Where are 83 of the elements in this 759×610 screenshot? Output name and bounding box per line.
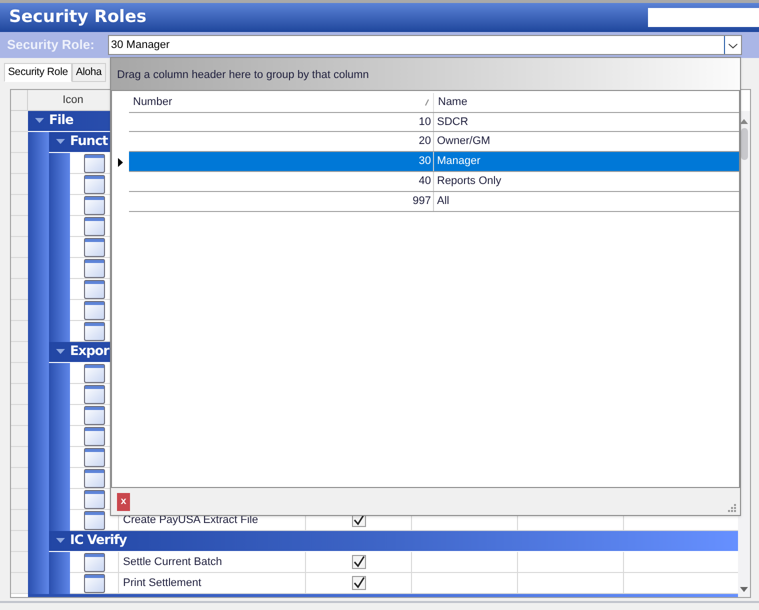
field-label: Security Role:: [7, 36, 96, 54]
group-title: IC Verify: [70, 532, 127, 550]
row-indicator-cell[interactable]: [11, 342, 28, 363]
window-icon: [84, 258, 104, 278]
window-icon: [84, 406, 104, 424]
row-indicator-cell[interactable]: [11, 468, 28, 489]
window-icon: [84, 468, 104, 488]
number-cell: 10: [129, 113, 434, 131]
window-icon: [84, 364, 104, 382]
row-indicator-cell[interactable]: [11, 174, 28, 195]
name-cell-text: Manager: [436, 154, 482, 170]
list-row[interactable]: 30 Manager: [129, 152, 739, 172]
role-combobox[interactable]: 30 Manager: [108, 35, 742, 55]
window-icon: [84, 300, 104, 320]
number-cell: 30: [129, 152, 434, 171]
window-icon: [84, 552, 104, 572]
row-indicator-cell[interactable]: [11, 510, 28, 531]
group-title: File: [49, 112, 74, 130]
list-row[interactable]: 40 Reports Only: [129, 172, 739, 192]
window-icon: [84, 448, 104, 466]
row-indicator-cell[interactable]: [11, 195, 28, 216]
group-header[interactable]: IC Verify: [49, 531, 738, 552]
tab[interactable]: Aloha: [72, 63, 106, 82]
name-cell-text: Reports Only: [436, 174, 502, 190]
window-title: Security Roles: [9, 6, 147, 29]
row-indicator-cell[interactable]: [11, 552, 28, 573]
collapse-caret-icon[interactable]: [56, 349, 65, 355]
checkbox[interactable]: [352, 555, 366, 569]
row-indicator-cell[interactable]: [11, 573, 28, 594]
row-indicator-cell[interactable]: [11, 447, 28, 468]
title-field[interactable]: [648, 8, 759, 27]
window-icon: [84, 384, 104, 404]
row-indicator-cell[interactable]: [11, 489, 28, 510]
row-indicator-cell[interactable]: [11, 153, 28, 174]
row-indicator-cell[interactable]: [11, 216, 28, 237]
window-icon: [84, 174, 104, 194]
permission-name: Settle Current Batch: [123, 554, 222, 570]
collapse-caret-icon[interactable]: [56, 139, 65, 145]
window-icon: [84, 574, 104, 592]
window-icon: [84, 510, 104, 530]
row-indicator-cell[interactable]: [11, 405, 28, 426]
row-indicator-cell[interactable]: [11, 384, 28, 405]
sort-indicator-icon[interactable]: [425, 99, 429, 106]
list-row[interactable]: 997 All: [129, 192, 739, 212]
number-cell: 997: [129, 192, 434, 211]
group-hint: Drag a column header here to group by that column: [117, 68, 369, 84]
window-icon: [84, 154, 104, 172]
row-indicator-cell[interactable]: [11, 363, 28, 384]
group-title: Expor: [70, 343, 109, 362]
column-header[interactable]: Number: [129, 93, 434, 112]
window-icon: [84, 238, 104, 256]
collapse-caret-icon[interactable]: [56, 538, 65, 544]
row-indicator-cell[interactable]: [11, 258, 28, 279]
window-icon: [84, 490, 104, 508]
group-title: Funct: [70, 133, 108, 152]
window-icon: [84, 280, 104, 298]
name-cell-text: Owner/GM: [436, 134, 492, 150]
row-indicator-cell[interactable]: [11, 531, 28, 552]
scroll-up-icon[interactable]: [740, 119, 748, 124]
list-row[interactable]: 10 SDCR: [129, 112, 739, 132]
window-icon: [84, 216, 104, 236]
checkbox[interactable]: [352, 576, 366, 590]
window-icon: [84, 322, 104, 340]
name-cell-text: SDCR: [436, 114, 470, 130]
row-indicator-cell[interactable]: [11, 300, 28, 321]
row-indicator-cell[interactable]: [11, 279, 28, 300]
row-indicator-cell[interactable]: [11, 321, 28, 342]
permission-name: Print Settlement: [123, 576, 202, 591]
number-cell: 40: [129, 172, 434, 191]
row-indicator-cell[interactable]: [11, 426, 28, 447]
scroll-down-icon[interactable]: [740, 587, 748, 592]
row-indicator-cell[interactable]: [11, 111, 28, 132]
tab[interactable]: Security Role: [4, 63, 72, 82]
column-header[interactable]: Name: [434, 93, 739, 112]
window-icon: [84, 196, 104, 214]
name-cell-text: All: [436, 194, 450, 210]
collapse-caret-icon[interactable]: [35, 118, 44, 124]
close-button[interactable]: x: [117, 492, 130, 510]
number-cell: 20: [129, 132, 434, 151]
window-icon: [84, 426, 104, 446]
row-indicator-cell[interactable]: [11, 132, 28, 153]
resize-grip-icon[interactable]: [728, 504, 736, 512]
row-indicator-cell[interactable]: [11, 237, 28, 258]
